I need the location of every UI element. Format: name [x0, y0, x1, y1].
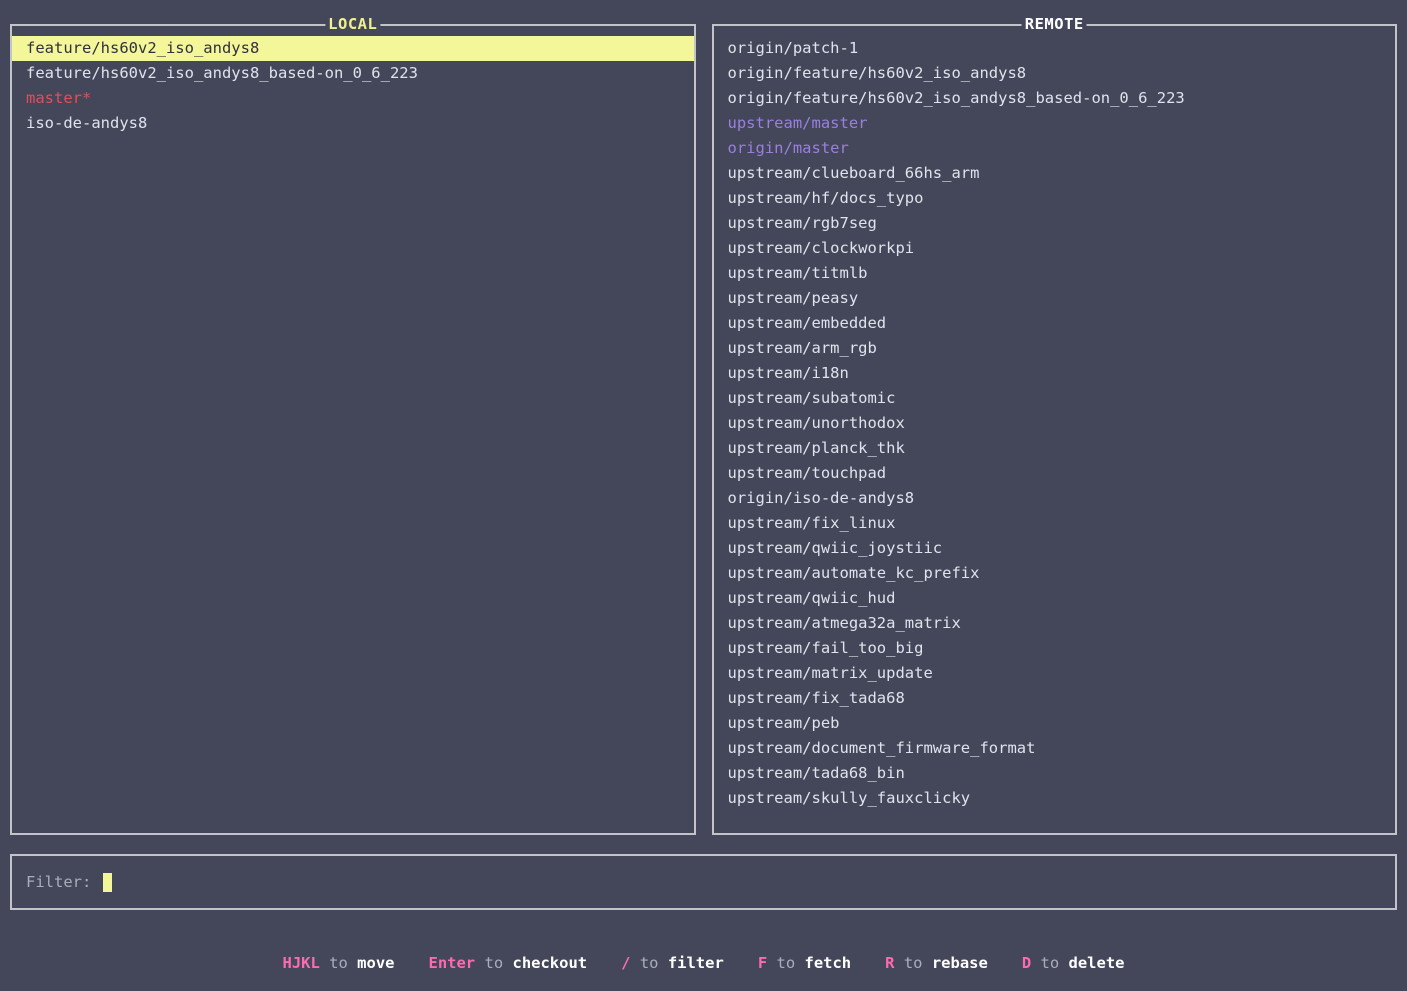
branch-row[interactable]: feature/hs60v2_iso_andys8_based-on_0_6_2… [12, 61, 694, 86]
branch-row[interactable]: upstream/subatomic [714, 386, 1396, 411]
branch-row[interactable]: origin/master [714, 136, 1396, 161]
remote-panel-title: REMOTE [1021, 15, 1087, 33]
branch-row[interactable]: upstream/tada68_bin [714, 761, 1396, 786]
branch-row[interactable]: upstream/embedded [714, 311, 1396, 336]
branch-row[interactable]: upstream/i18n [714, 361, 1396, 386]
keybinding-connector: to [894, 954, 932, 972]
branch-row[interactable]: origin/patch-1 [714, 36, 1396, 61]
branch-row[interactable]: upstream/rgb7seg [714, 211, 1396, 236]
branch-row[interactable]: upstream/titmlb [714, 261, 1396, 286]
keybinding-key: D [1021, 954, 1032, 972]
branch-row[interactable]: upstream/peasy [714, 286, 1396, 311]
branch-row[interactable]: upstream/atmega32a_matrix [714, 611, 1396, 636]
branch-row[interactable]: upstream/touchpad [714, 461, 1396, 486]
branch-row[interactable]: upstream/fail_too_big [714, 636, 1396, 661]
branch-row[interactable]: upstream/fix_linux [714, 511, 1396, 536]
branch-row[interactable]: upstream/peb [714, 711, 1396, 736]
branch-row[interactable]: origin/feature/hs60v2_iso_andys8_based-o… [714, 86, 1396, 111]
keybinding-key: HJKL [282, 954, 320, 972]
keybinding-hint[interactable]: F to fetch [758, 954, 851, 972]
terminal-screen: LOCAL feature/hs60v2_iso_andys8 feature/h… [0, 0, 1407, 991]
branch-row[interactable]: upstream/matrix_update [714, 661, 1396, 686]
keybinding-key: F [757, 954, 768, 972]
branch-row[interactable]: upstream/planck_thk [714, 436, 1396, 461]
text-cursor [102, 872, 112, 892]
branch-row[interactable]: upstream/unorthodox [714, 411, 1396, 436]
keybinding-connector: to [630, 954, 668, 972]
branch-row[interactable]: upstream/automate_kc_prefix [714, 561, 1396, 586]
branch-row[interactable]: upstream/qwiic_hud [714, 586, 1396, 611]
keybinding-action: filter [667, 954, 724, 972]
filter-bar[interactable]: Filter: [10, 854, 1397, 910]
keybinding-action: checkout [512, 954, 588, 972]
branch-row[interactable]: origin/iso-de-andys8 [714, 486, 1396, 511]
remote-branch-list[interactable]: origin/patch-1 origin/feature/hs60v2_iso_… [714, 36, 1396, 811]
keybinding-connector: to [1031, 954, 1069, 972]
keybinding-help-bar: HJKL to move Enter to checkout / to filter… [0, 954, 1407, 972]
keybinding-connector: to [475, 954, 513, 972]
keybinding-action: move [357, 954, 395, 972]
local-branches-panel[interactable]: LOCAL feature/hs60v2_iso_andys8 feature/h… [10, 15, 696, 835]
local-branch-list[interactable]: feature/hs60v2_iso_andys8 feature/hs60v2_… [12, 36, 694, 136]
keybinding-hint[interactable]: R to rebase [885, 954, 988, 972]
local-panel-title: LOCAL [325, 15, 381, 33]
keybinding-key: R [885, 954, 895, 972]
branch-panels: LOCAL feature/hs60v2_iso_andys8 feature/h… [0, 0, 1407, 835]
branch-row[interactable]: upstream/master [714, 111, 1396, 136]
filter-label: Filter: [26, 873, 101, 891]
remote-branches-panel[interactable]: REMOTE origin/patch-1 origin/feature/hs60… [711, 15, 1397, 835]
branch-row[interactable]: feature/hs60v2_iso_andys8 [12, 36, 694, 61]
branch-row[interactable]: upstream/clueboard_66hs_arm [714, 161, 1396, 186]
keybinding-key: Enter [428, 954, 476, 972]
keybinding-connector: to [319, 954, 358, 972]
keybinding-hint[interactable]: HJKL to move [283, 954, 395, 972]
branch-row[interactable]: upstream/clockworkpi [714, 236, 1396, 261]
keybinding-connector: to [767, 954, 805, 972]
branch-row[interactable]: iso-de-andys8 [12, 111, 694, 136]
branch-row[interactable]: origin/feature/hs60v2_iso_andys8 [714, 61, 1396, 86]
branch-row[interactable]: upstream/hf/docs_typo [714, 186, 1396, 211]
keybinding-action: rebase [931, 954, 988, 972]
branch-row[interactable]: upstream/qwiic_joystiic [714, 536, 1396, 561]
keybinding-hint[interactable]: / to filter [621, 954, 724, 972]
branch-row[interactable]: upstream/fix_tada68 [714, 686, 1396, 711]
branch-row[interactable]: upstream/document_firmware_format [714, 736, 1396, 761]
keybinding-hint[interactable]: D to delete [1022, 954, 1125, 972]
keybinding-action: fetch [804, 954, 852, 972]
branch-row[interactable]: upstream/arm_rgb [714, 336, 1396, 361]
keybinding-hint[interactable]: Enter to checkout [428, 954, 587, 972]
branch-row[interactable]: upstream/skully_fauxclicky [714, 786, 1396, 811]
branch-row[interactable]: master* [12, 86, 694, 111]
keybinding-action: delete [1068, 954, 1125, 972]
